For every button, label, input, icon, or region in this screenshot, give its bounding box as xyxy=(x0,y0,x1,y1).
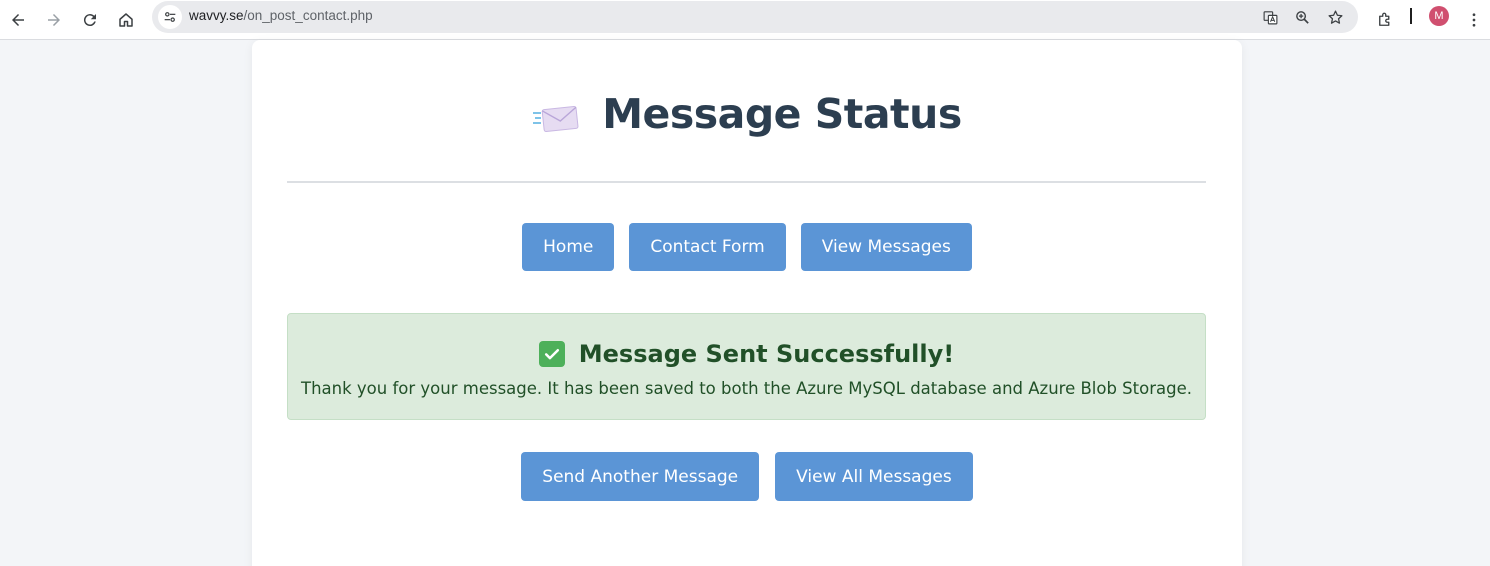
browser-toolbar: wavvy.se/on_post_contact.php M xyxy=(0,0,1490,40)
forward-icon[interactable] xyxy=(38,4,70,36)
action-buttons: Send Another Message View All Messages xyxy=(252,452,1242,501)
envelope-icon xyxy=(533,105,579,133)
content-card: Message Status Home Contact Form View Me… xyxy=(252,40,1242,566)
contact-form-button[interactable]: Contact Form xyxy=(629,223,786,271)
page-header: Message Status xyxy=(252,84,1242,144)
site-info-icon[interactable] xyxy=(158,5,182,29)
toolbar-divider xyxy=(1410,8,1412,24)
zoom-icon[interactable] xyxy=(1292,7,1312,27)
menu-kebab-icon[interactable] xyxy=(1458,4,1490,36)
url-text: wavvy.se/on_post_contact.php xyxy=(189,8,373,23)
translate-icon[interactable] xyxy=(1260,7,1280,27)
extensions-icon[interactable] xyxy=(1369,4,1401,36)
success-message: Thank you for your message. It has been … xyxy=(301,379,1192,398)
back-icon[interactable] xyxy=(2,4,34,36)
view-messages-button[interactable]: View Messages xyxy=(800,223,972,271)
checkmark-icon xyxy=(538,341,565,367)
nav-buttons: Home Contact Form View Messages xyxy=(252,223,1242,271)
page-title: Message Status xyxy=(602,90,962,138)
reload-icon[interactable] xyxy=(74,4,106,36)
success-heading: Message Sent Successfully! xyxy=(578,340,955,368)
address-bar[interactable]: wavvy.se/on_post_contact.php xyxy=(152,1,1358,33)
send-another-message-button[interactable]: Send Another Message xyxy=(521,452,760,501)
home-button[interactable]: Home xyxy=(522,223,615,271)
success-alert: Message Sent Successfully! Thank you for… xyxy=(287,313,1206,420)
header-divider xyxy=(287,181,1206,183)
success-title-row: Message Sent Successfully! xyxy=(288,340,1205,368)
profile-avatar[interactable]: M xyxy=(1429,6,1449,26)
bookmark-star-icon[interactable] xyxy=(1325,7,1345,27)
home-icon[interactable] xyxy=(110,4,142,36)
view-all-messages-button[interactable]: View All Messages xyxy=(775,452,973,501)
